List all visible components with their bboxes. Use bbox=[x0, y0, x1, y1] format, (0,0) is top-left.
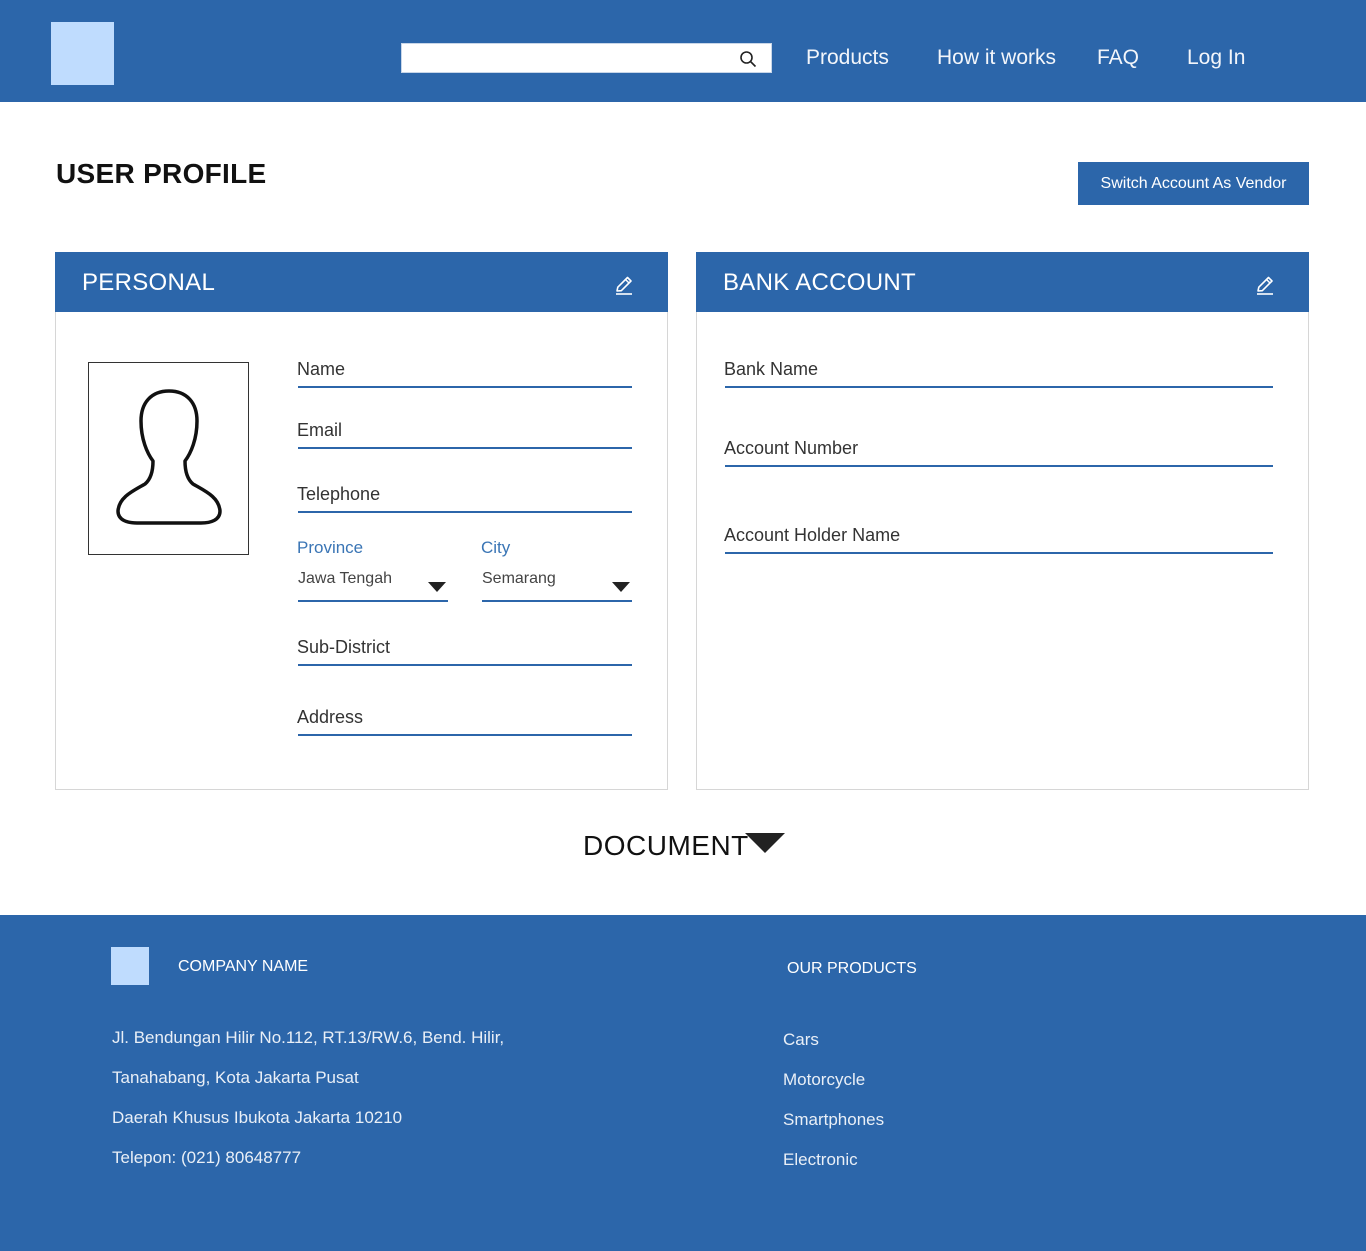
telephone-label: Telephone bbox=[297, 484, 381, 504]
footer-phone: Telepon: (021) 80648777 bbox=[112, 1148, 302, 1167]
sub-district-label: Sub-District bbox=[297, 637, 391, 657]
city-label: City bbox=[481, 538, 511, 557]
footer-product-link[interactable]: Motorcycle bbox=[783, 1070, 865, 1090]
search-input[interactable] bbox=[402, 44, 732, 72]
bank-name-underline bbox=[725, 386, 1273, 388]
province-value: Jawa Tengah bbox=[298, 570, 392, 587]
email-field[interactable]: Email bbox=[297, 420, 633, 452]
footer-logo bbox=[111, 947, 149, 985]
address-field[interactable]: Address bbox=[297, 707, 633, 739]
province-label: Province bbox=[297, 538, 364, 557]
personal-card-title: PERSONAL bbox=[82, 269, 216, 296]
personal-card-header: PERSONAL bbox=[55, 252, 668, 312]
address-label: Address bbox=[297, 707, 364, 727]
footer-products-title: OUR PRODUCTS bbox=[787, 960, 917, 977]
footer: COMPANY NAME Jl. Bendungan Hilir No.112,… bbox=[0, 915, 1366, 1251]
bank-name-label: Bank Name bbox=[724, 359, 819, 379]
footer-address-line: Daerah Khusus Ibukota Jakarta 10210 bbox=[112, 1108, 403, 1127]
nav-how-it-works[interactable]: How it works bbox=[937, 46, 1056, 70]
footer-address-line: Tanahabang, Kota Jakarta Pusat bbox=[112, 1068, 359, 1087]
province-select[interactable]: Province Jawa Tengah bbox=[297, 538, 449, 604]
email-label: Email bbox=[297, 420, 343, 440]
personal-card: PERSONAL Name Email Telephone Province J… bbox=[55, 252, 668, 790]
pencil-icon[interactable] bbox=[1254, 274, 1276, 296]
city-underline bbox=[482, 600, 632, 602]
account-holder-underline bbox=[725, 552, 1273, 554]
telephone-underline bbox=[298, 511, 632, 513]
footer-product-link[interactable]: Cars bbox=[783, 1030, 819, 1050]
telephone-field[interactable]: Telephone bbox=[297, 484, 633, 516]
search-icon[interactable] bbox=[739, 50, 757, 68]
name-underline bbox=[298, 386, 632, 388]
footer-product-link[interactable]: Smartphones bbox=[783, 1110, 884, 1130]
account-holder-field[interactable]: Account Holder Name bbox=[724, 525, 1276, 557]
avatar[interactable] bbox=[88, 362, 249, 555]
user-silhouette-icon bbox=[116, 389, 222, 525]
footer-address-line: Jl. Bendungan Hilir No.112, RT.13/RW.6, … bbox=[112, 1028, 505, 1047]
nav-faq[interactable]: FAQ bbox=[1097, 46, 1139, 70]
footer-product-link[interactable]: Electronic bbox=[783, 1150, 858, 1170]
city-select[interactable]: City Semarang bbox=[481, 538, 633, 604]
sub-district-underline bbox=[298, 664, 632, 666]
document-label: DOCUMENT bbox=[583, 830, 749, 861]
caret-down-icon[interactable] bbox=[428, 582, 446, 592]
bank-card-header: BANK ACCOUNT bbox=[696, 252, 1309, 312]
name-field[interactable]: Name bbox=[297, 359, 633, 391]
nav-login[interactable]: Log In bbox=[1187, 46, 1245, 70]
top-navbar: Products How it works FAQ Log In bbox=[0, 0, 1366, 102]
account-number-field[interactable]: Account Number bbox=[724, 438, 1276, 470]
sub-district-field[interactable]: Sub-District bbox=[297, 637, 633, 669]
caret-down-icon[interactable] bbox=[612, 582, 630, 592]
bank-name-field[interactable]: Bank Name bbox=[724, 359, 1276, 391]
bank-account-card: BANK ACCOUNT Bank Name Account Number Ac… bbox=[696, 252, 1309, 790]
account-number-underline bbox=[725, 465, 1273, 467]
caret-down-icon[interactable] bbox=[745, 833, 785, 853]
switch-account-vendor-button[interactable]: Switch Account As Vendor bbox=[1078, 162, 1309, 205]
city-value: Semarang bbox=[482, 570, 556, 587]
nav-products[interactable]: Products bbox=[806, 46, 889, 70]
bank-card-title: BANK ACCOUNT bbox=[723, 269, 916, 296]
address-underline bbox=[298, 734, 632, 736]
footer-company-name: COMPANY NAME bbox=[178, 958, 309, 975]
account-number-label: Account Number bbox=[724, 438, 859, 458]
email-underline bbox=[298, 447, 632, 449]
logo[interactable] bbox=[51, 22, 114, 85]
search-box[interactable] bbox=[401, 43, 772, 73]
pencil-icon[interactable] bbox=[613, 274, 635, 296]
account-holder-label: Account Holder Name bbox=[724, 525, 901, 545]
province-underline bbox=[298, 600, 448, 602]
page-title: USER PROFILE bbox=[56, 158, 267, 189]
name-label: Name bbox=[297, 359, 346, 379]
